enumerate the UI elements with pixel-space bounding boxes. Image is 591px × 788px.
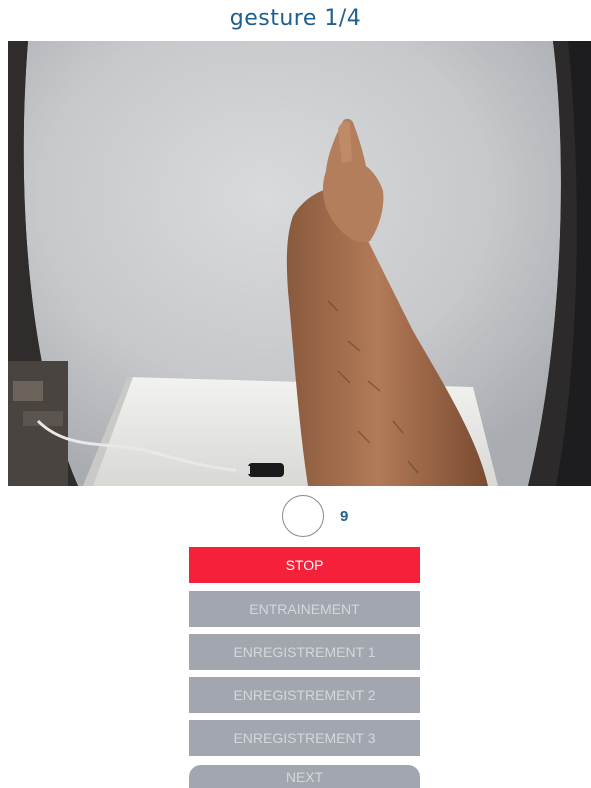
timer-row: 9 [0, 494, 591, 540]
page-title: gesture 1/4 [229, 6, 362, 31]
enregistrement-2-button[interactable]: ENREGISTREMENT 2 [189, 677, 420, 713]
enregistrement-1-button[interactable]: ENREGISTREMENT 1 [189, 634, 420, 670]
enregistrement-3-button[interactable]: ENREGISTREMENT 3 [189, 720, 420, 756]
next-button[interactable]: NEXT [189, 765, 420, 788]
timer-count: 9 [340, 508, 349, 525]
entrainement-button[interactable]: ENTRAINEMENT [189, 591, 420, 627]
timer-circle-icon [282, 495, 324, 537]
gesture-recorder-screen: gesture 1/4 9 STOP ENTRAINEMENT ENREGIST… [0, 0, 591, 788]
stop-button[interactable]: STOP [189, 547, 420, 583]
camera-feed [8, 41, 591, 486]
